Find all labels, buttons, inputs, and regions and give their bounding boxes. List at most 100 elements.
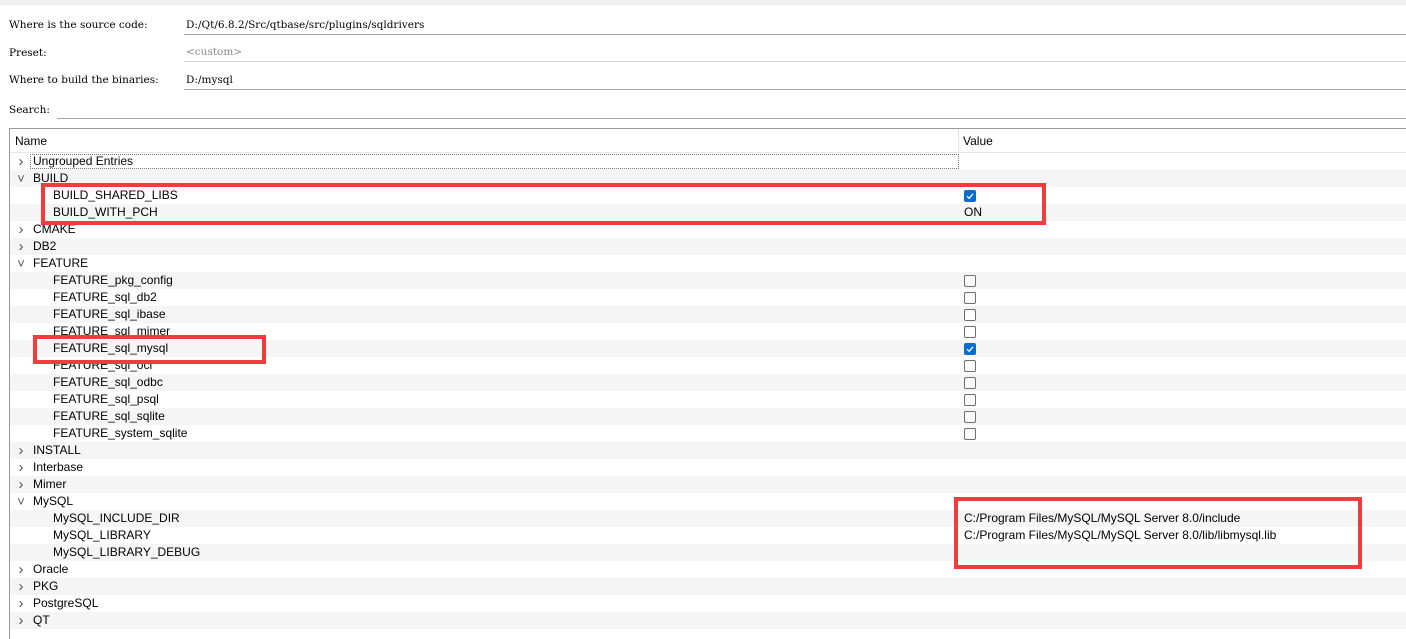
tree-item-label: BUILD_SHARED_LIBS bbox=[53, 188, 178, 202]
checkbox-unchecked[interactable] bbox=[964, 411, 976, 423]
tree-entry-row[interactable]: FEATURE_sql_psql bbox=[10, 391, 1406, 408]
checkbox-unchecked[interactable] bbox=[964, 309, 976, 321]
tree-item-label: FEATURE bbox=[33, 256, 89, 270]
search-label: Search: bbox=[9, 104, 50, 116]
tree-entry-row[interactable]: FEATURE_sql_mimer bbox=[10, 323, 1406, 340]
tree-group-row[interactable]: › QT bbox=[10, 612, 1406, 629]
tree-item-label: MySQL_LIBRARY bbox=[53, 528, 151, 542]
chevron-right-icon[interactable]: › bbox=[15, 442, 27, 459]
chevron-right-icon[interactable]: › bbox=[15, 153, 27, 170]
tree-entry-row[interactable]: BUILD_SHARED_LIBS bbox=[10, 187, 1406, 204]
chevron-right-icon[interactable]: › bbox=[15, 459, 27, 476]
tree-group-row[interactable]: › PKG bbox=[10, 578, 1406, 595]
tree-item-label: MySQL_INCLUDE_DIR bbox=[53, 511, 180, 525]
checkbox-unchecked[interactable] bbox=[964, 326, 976, 338]
tree-item-label: FEATURE_sql_mimer bbox=[53, 324, 171, 338]
tree-entry-row[interactable]: FEATURE_sql_mysql bbox=[10, 340, 1406, 357]
tree-item-label: FEATURE_sql_odbc bbox=[53, 375, 163, 389]
value-column-header[interactable]: Value bbox=[963, 134, 993, 148]
build-dir-label: Where to build the binaries: bbox=[9, 74, 159, 86]
checkbox-unchecked[interactable] bbox=[964, 377, 976, 389]
tree-rows: › Ungrouped Entries ˅ BUILD BUILD_SHARED_LIB… bbox=[10, 153, 1406, 629]
title-strip bbox=[0, 0, 1406, 5]
checkmark-icon bbox=[966, 193, 974, 200]
tree-item-label: Oracle bbox=[33, 562, 69, 576]
tree-entry-row[interactable]: FEATURE_sql_odbc bbox=[10, 374, 1406, 391]
tree-item-label: BUILD bbox=[33, 171, 69, 185]
tree-item-value[interactable]: C:/Program Files/MySQL/MySQL Server 8.0/… bbox=[964, 510, 1240, 527]
preset-label: Preset: bbox=[9, 47, 47, 59]
chevron-right-icon[interactable]: › bbox=[15, 238, 27, 255]
tree-item-label: FEATURE_sql_oci bbox=[53, 358, 153, 372]
tree-item-label: PKG bbox=[33, 579, 59, 593]
tree-item-label: INSTALL bbox=[33, 443, 81, 457]
tree-group-row[interactable]: › PostgreSQL bbox=[10, 595, 1406, 612]
header-separator bbox=[958, 129, 959, 152]
name-column-header[interactable]: Name bbox=[15, 134, 47, 148]
source-code-label: Where is the source code: bbox=[9, 19, 148, 31]
tree-item-label: BUILD_WITH_PCH bbox=[53, 205, 158, 219]
tree-group-row[interactable]: › DB2 bbox=[10, 238, 1406, 255]
chevron-right-icon[interactable]: › bbox=[15, 578, 27, 595]
tree-item-label: FEATURE_sql_mysql bbox=[53, 341, 169, 355]
chevron-right-icon[interactable]: › bbox=[15, 221, 27, 238]
tree-item-label: FEATURE_sql_ibase bbox=[53, 307, 166, 321]
tree-group-row[interactable]: › INSTALL bbox=[10, 442, 1406, 459]
tree-entry-row[interactable]: MySQL_LIBRARY C:/Program Files/MySQL/MySQ… bbox=[10, 527, 1406, 544]
chevron-right-icon[interactable]: › bbox=[15, 561, 27, 578]
tree-item-label: PostgreSQL bbox=[33, 596, 99, 610]
tree-group-row[interactable]: ˅ BUILD bbox=[10, 170, 1406, 187]
tree-entry-row[interactable]: FEATURE_sql_ibase bbox=[10, 306, 1406, 323]
tree-item-label: FEATURE_sql_sqlite bbox=[53, 409, 165, 423]
tree-item-label: FEATURE_system_sqlite bbox=[53, 426, 188, 440]
tree-entry-row[interactable]: MySQL_INCLUDE_DIR C:/Program Files/MySQL/… bbox=[10, 510, 1406, 527]
tree-group-row[interactable]: ˅ MySQL bbox=[10, 493, 1406, 510]
chevron-right-icon[interactable]: › bbox=[15, 612, 27, 629]
checkbox-unchecked[interactable] bbox=[964, 394, 976, 406]
tree-item-label: QT bbox=[33, 613, 50, 627]
tree-entry-row[interactable]: FEATURE_pkg_config bbox=[10, 272, 1406, 289]
tree-item-label: MySQL_LIBRARY_DEBUG bbox=[53, 545, 201, 559]
tree-group-row[interactable]: › Interbase bbox=[10, 459, 1406, 476]
chevron-down-icon[interactable]: ˅ bbox=[15, 493, 27, 510]
chevron-right-icon[interactable]: › bbox=[15, 476, 27, 493]
tree-group-row[interactable]: › CMAKE bbox=[10, 221, 1406, 238]
tree-item-value[interactable]: C:/Program Files/MySQL/MySQL Server 8.0/… bbox=[964, 527, 1276, 544]
tree-entry-row[interactable]: FEATURE_sql_sqlite bbox=[10, 408, 1406, 425]
focus-outline bbox=[30, 154, 959, 169]
checkbox-unchecked[interactable] bbox=[964, 360, 976, 372]
source-code-field[interactable]: D:/Qt/6.8.2/Src/qtbase/src/plugins/sqldr… bbox=[184, 16, 1406, 35]
tree-item-label: Mimer bbox=[33, 477, 67, 491]
tree-group-row[interactable]: › Ungrouped Entries bbox=[10, 153, 1406, 170]
tree-group-row[interactable]: › Oracle bbox=[10, 561, 1406, 578]
tree-item-label: FEATURE_pkg_config bbox=[53, 273, 173, 287]
build-dir-field[interactable]: D:/mysql bbox=[184, 71, 1406, 90]
tree-group-row[interactable]: › Mimer bbox=[10, 476, 1406, 493]
preset-combobox[interactable]: <custom> bbox=[184, 43, 1406, 62]
tree-item-label: FEATURE_sql_db2 bbox=[53, 290, 157, 304]
checkbox-checked[interactable] bbox=[964, 343, 976, 355]
tree-item-label: CMAKE bbox=[33, 222, 76, 236]
tree-item-label: Ungrouped Entries bbox=[33, 154, 134, 168]
tree-entry-row[interactable]: FEATURE_sql_oci bbox=[10, 357, 1406, 374]
checkmark-icon bbox=[966, 346, 974, 353]
tree-entry-row[interactable]: FEATURE_system_sqlite bbox=[10, 425, 1406, 442]
tree-group-row[interactable]: ˅ FEATURE bbox=[10, 255, 1406, 272]
cache-tree-view[interactable]: Name Value › Ungrouped Entries ˅ BUILD BUILD… bbox=[9, 128, 1406, 639]
tree-entry-row[interactable]: FEATURE_sql_db2 bbox=[10, 289, 1406, 306]
chevron-right-icon[interactable]: › bbox=[15, 595, 27, 612]
checkbox-unchecked[interactable] bbox=[964, 428, 976, 440]
checkbox-unchecked[interactable] bbox=[964, 275, 976, 287]
checkbox-checked[interactable] bbox=[964, 190, 976, 202]
tree-item-label: MySQL bbox=[33, 494, 74, 508]
tree-item-value[interactable]: ON bbox=[964, 204, 982, 221]
chevron-down-icon[interactable]: ˅ bbox=[15, 255, 27, 272]
tree-entry-row[interactable]: BUILD_WITH_PCH ON bbox=[10, 204, 1406, 221]
tree-item-label: DB2 bbox=[33, 239, 57, 253]
tree-entry-row[interactable]: MySQL_LIBRARY_DEBUG bbox=[10, 544, 1406, 561]
checkbox-unchecked[interactable] bbox=[964, 292, 976, 304]
search-input[interactable] bbox=[57, 100, 1406, 119]
tree-item-label: FEATURE_sql_psql bbox=[53, 392, 159, 406]
chevron-down-icon[interactable]: ˅ bbox=[15, 170, 27, 187]
tree-header: Name Value bbox=[10, 129, 1406, 153]
